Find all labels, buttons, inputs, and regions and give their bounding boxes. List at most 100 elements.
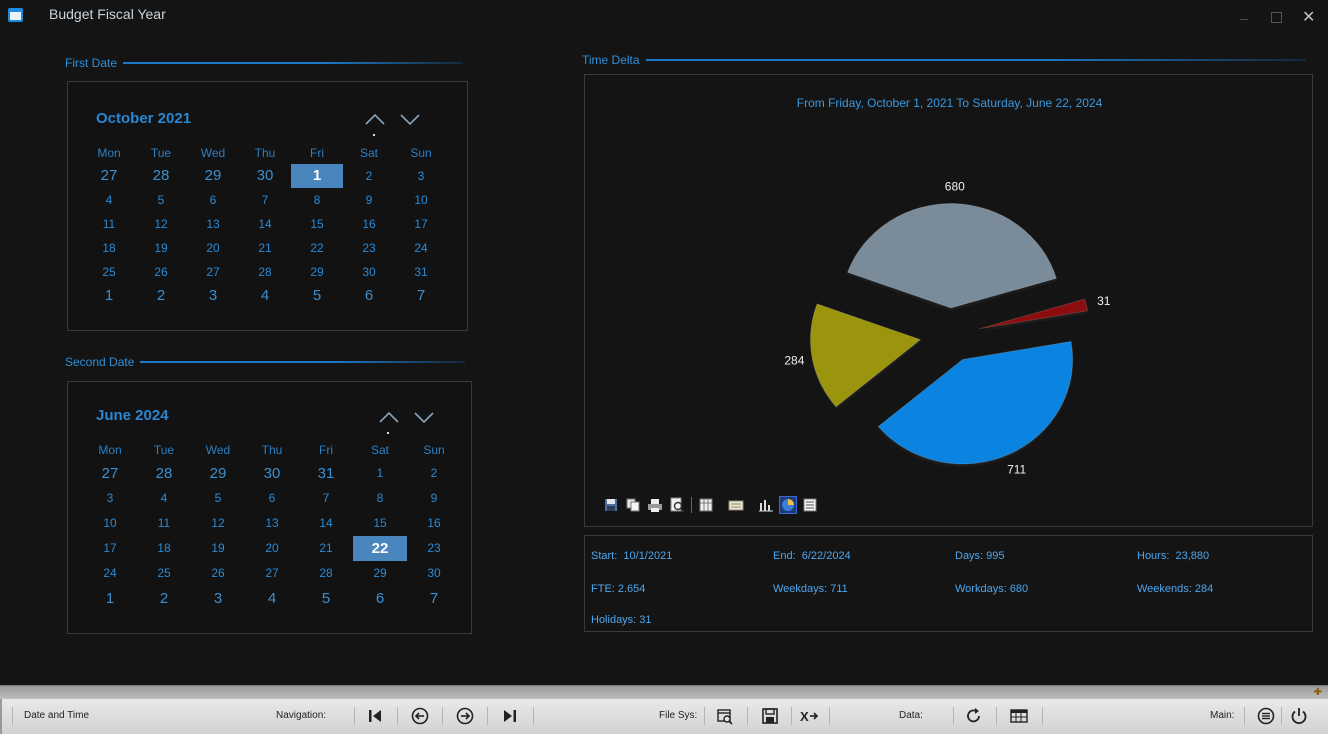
bar-chart-icon[interactable] [758, 497, 774, 513]
calendar-day[interactable]: 29 [191, 461, 245, 486]
save-icon[interactable] [603, 497, 619, 513]
calendar-day[interactable]: 6 [343, 284, 395, 308]
list-icon[interactable] [802, 497, 818, 513]
calendar-day[interactable]: 29 [291, 260, 343, 284]
calendar-day[interactable]: 20 [187, 236, 239, 260]
calendar-day[interactable]: 2 [135, 284, 187, 308]
calendar-day[interactable]: 18 [137, 536, 191, 561]
calendar-day[interactable]: 10 [395, 188, 447, 212]
pie-slice[interactable] [877, 340, 1074, 465]
calendar-day[interactable]: 7 [395, 284, 447, 308]
calendar-day[interactable]: 21 [299, 536, 353, 561]
calendar-day[interactable]: 24 [83, 561, 137, 586]
calendar-day[interactable]: 4 [83, 188, 135, 212]
calendar-day[interactable]: 9 [343, 188, 395, 212]
last-record-icon[interactable] [500, 706, 520, 726]
calendar-day[interactable]: 8 [353, 486, 407, 511]
calendar-day[interactable]: 31 [395, 260, 447, 284]
calendar-day[interactable]: 24 [395, 236, 447, 260]
calendar-day[interactable]: 28 [239, 260, 291, 284]
calendar-day[interactable]: 4 [245, 586, 299, 611]
calendar-day[interactable]: 7 [239, 188, 291, 212]
calendar-day[interactable]: 27 [245, 561, 299, 586]
calendar-day[interactable]: 1 [83, 586, 137, 611]
legend-icon[interactable] [728, 497, 744, 513]
calendar-day[interactable]: 6 [187, 188, 239, 212]
calendar-day[interactable]: 27 [187, 260, 239, 284]
calendar-day[interactable]: 23 [343, 236, 395, 260]
calendar-day[interactable]: 11 [137, 511, 191, 536]
calendar-day[interactable]: 25 [137, 561, 191, 586]
calendar-day[interactable]: 2 [407, 461, 461, 486]
calendar-day[interactable]: 25 [83, 260, 135, 284]
calendar-day[interactable]: 1 [353, 461, 407, 486]
maximize-button[interactable] [1271, 12, 1282, 23]
calendar-day[interactable]: 14 [299, 511, 353, 536]
export-excel-icon[interactable]: X [799, 706, 819, 726]
calendar-day[interactable]: 5 [191, 486, 245, 511]
power-icon[interactable] [1289, 706, 1309, 726]
calendar-day[interactable]: 21 [239, 236, 291, 260]
calendar-day[interactable]: 2 [343, 164, 395, 188]
previous-record-icon[interactable] [410, 706, 430, 726]
calendar-day[interactable]: 3 [187, 284, 239, 308]
calendar-day-selected[interactable]: 1 [291, 164, 343, 188]
calendar-day[interactable]: 13 [245, 511, 299, 536]
calendar-day[interactable]: 29 [187, 164, 239, 188]
calendar-day[interactable]: 30 [245, 461, 299, 486]
calendar-day[interactable]: 18 [83, 236, 135, 260]
calendar-day[interactable]: 19 [191, 536, 245, 561]
calendar-day[interactable]: 6 [245, 486, 299, 511]
pie-chart-icon[interactable] [779, 496, 797, 514]
calendar-day[interactable]: 5 [135, 188, 187, 212]
calendar-day[interactable]: 15 [291, 212, 343, 236]
calendar-day-selected[interactable]: 22 [353, 536, 407, 561]
calendar-day[interactable]: 13 [187, 212, 239, 236]
calendar-day[interactable]: 15 [353, 511, 407, 536]
calendar-day[interactable]: 7 [299, 486, 353, 511]
copy-icon[interactable] [625, 497, 641, 513]
calendar-day[interactable]: 3 [83, 486, 137, 511]
calendar-day[interactable]: 27 [83, 164, 135, 188]
calendar-day[interactable]: 11 [83, 212, 135, 236]
print-preview-icon[interactable] [669, 497, 685, 513]
table-icon[interactable] [1009, 706, 1029, 726]
calendar-day[interactable]: 9 [407, 486, 461, 511]
expand-icon[interactable]: ✚ [1314, 687, 1322, 698]
data-grid-icon[interactable] [698, 497, 714, 513]
calendar-day[interactable]: 5 [291, 284, 343, 308]
pie-slice[interactable] [846, 203, 1058, 309]
calendar-day[interactable]: 17 [83, 536, 137, 561]
calendar-day[interactable]: 30 [239, 164, 291, 188]
calendar-day[interactable]: 30 [343, 260, 395, 284]
calendar-day[interactable]: 23 [407, 536, 461, 561]
calendar-day[interactable]: 27 [83, 461, 137, 486]
first-record-icon[interactable] [365, 706, 385, 726]
chevron-down-icon[interactable] [413, 410, 435, 424]
calendar-day[interactable]: 14 [239, 212, 291, 236]
calendar-day[interactable]: 1 [83, 284, 135, 308]
calendar-day[interactable]: 12 [191, 511, 245, 536]
calendar-day[interactable]: 7 [407, 586, 461, 611]
calendar-day[interactable]: 22 [291, 236, 343, 260]
calendar-day[interactable]: 12 [135, 212, 187, 236]
calendar-day[interactable]: 3 [191, 586, 245, 611]
month-year-header[interactable]: June 2024 [96, 407, 169, 424]
calendar-day[interactable]: 10 [83, 511, 137, 536]
save-file-icon[interactable] [760, 706, 780, 726]
refresh-icon[interactable] [964, 706, 984, 726]
calendar-day[interactable]: 17 [395, 212, 447, 236]
next-record-icon[interactable] [455, 706, 475, 726]
calendar-day[interactable]: 16 [343, 212, 395, 236]
month-year-header[interactable]: October 2021 [96, 110, 191, 127]
chevron-up-icon[interactable] [378, 410, 400, 424]
print-icon[interactable] [647, 497, 663, 513]
calendar-day[interactable]: 6 [353, 586, 407, 611]
calendar-day[interactable]: 4 [137, 486, 191, 511]
calendar-day[interactable]: 26 [135, 260, 187, 284]
close-button[interactable]: ✕ [1302, 7, 1315, 27]
browse-file-icon[interactable] [715, 706, 735, 726]
calendar-day[interactable]: 2 [137, 586, 191, 611]
calendar-day[interactable]: 31 [299, 461, 353, 486]
menu-icon[interactable] [1256, 706, 1276, 726]
